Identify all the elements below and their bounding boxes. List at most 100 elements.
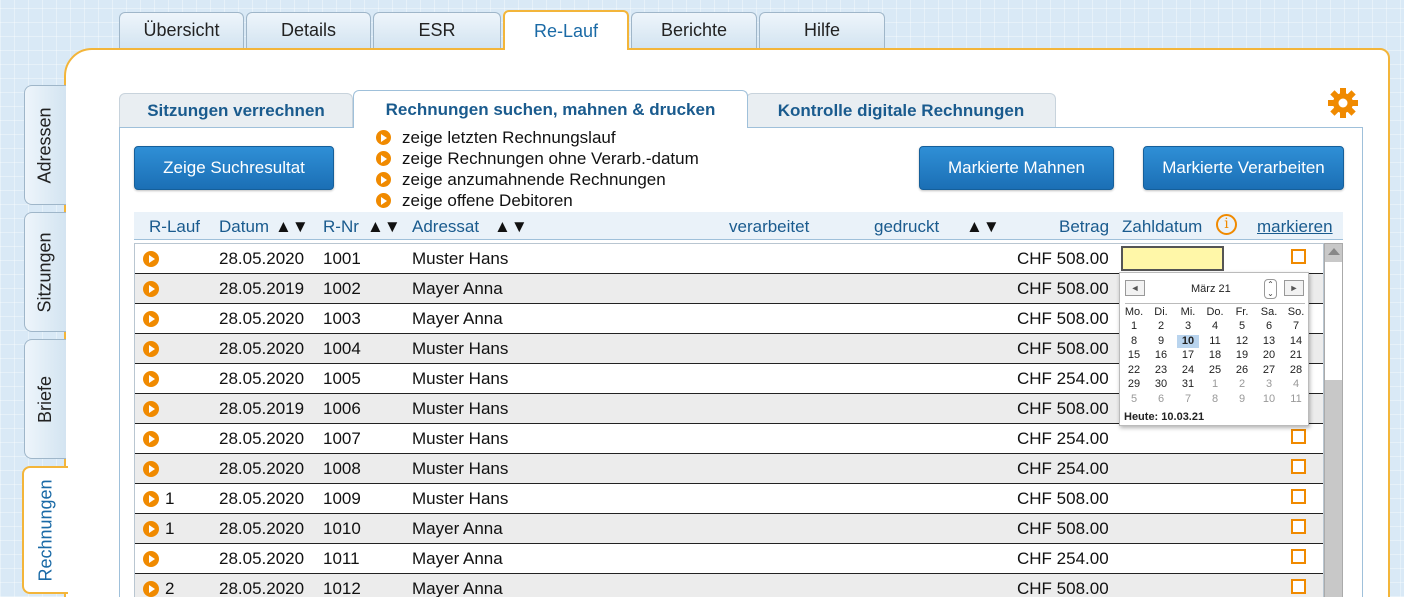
mark-checkbox[interactable] [1291,249,1306,264]
sort-gedruckt-icon[interactable]: ▲▼ [966,217,1000,237]
calendar-day[interactable]: 21 [1285,349,1307,362]
spin-down-icon[interactable]: ⌄ [1267,289,1274,298]
play-icon[interactable] [143,461,159,477]
mark-checkbox[interactable] [1291,549,1306,564]
option-no-processing-date[interactable]: zeige Rechnungen ohne Verarb.-datum [376,148,699,169]
tab-hilfe[interactable]: Hilfe [759,12,885,48]
tab-re-lauf[interactable]: Re-Lauf [503,10,629,50]
calendar-day[interactable]: 12 [1231,335,1253,348]
calendar-day[interactable]: 24 [1177,364,1199,377]
play-icon[interactable] [143,581,159,597]
calendar-day[interactable]: 28 [1285,364,1307,377]
calendar-day[interactable]: 8 [1204,393,1226,406]
side-tab-sitzungen[interactable]: Sitzungen [24,212,66,332]
mark-checkbox[interactable] [1291,579,1306,594]
calendar-day[interactable]: 19 [1231,349,1253,362]
calendar-day[interactable]: 7 [1285,320,1307,333]
calendar-day[interactable]: 11 [1204,335,1226,348]
calendar-day[interactable]: 2 [1150,320,1172,333]
play-icon[interactable] [143,551,159,567]
tab-esr[interactable]: ESR [373,12,501,48]
play-icon[interactable] [143,401,159,417]
scroll-up-icon[interactable] [1328,248,1340,255]
header-betrag[interactable]: Betrag [1059,217,1109,237]
side-tab-rechnungen[interactable]: Rechnungen [22,466,68,594]
calendar-day[interactable]: 15 [1123,349,1145,362]
calendar-day[interactable]: 13 [1258,335,1280,348]
play-icon[interactable] [143,311,159,327]
header-datum[interactable]: Datum [219,217,269,237]
calendar-day[interactable]: 5 [1231,320,1253,333]
subtab-rechnungen-suchen[interactable]: Rechnungen suchen, mahnen & drucken [353,90,748,128]
calendar-day[interactable]: 18 [1204,349,1226,362]
show-search-result-button[interactable]: Zeige Suchresultat [134,146,334,190]
calendar-day[interactable]: 16 [1150,349,1172,362]
calendar-day-today[interactable]: 10 [1177,334,1199,348]
calendar-day[interactable]: 4 [1204,320,1226,333]
process-marked-button[interactable]: Markierte Verarbeiten [1143,146,1344,190]
header-zahldatum[interactable]: Zahldatum [1122,217,1202,237]
calendar-day[interactable]: 6 [1150,393,1172,406]
calendar-day[interactable]: 1 [1204,378,1226,391]
scroll-thumb[interactable] [1325,262,1342,380]
calendar-day[interactable]: 6 [1258,320,1280,333]
calendar-day[interactable]: 30 [1150,378,1172,391]
info-icon[interactable]: i [1216,214,1237,235]
calendar-day[interactable]: 1 [1123,320,1145,333]
play-icon[interactable] [143,251,159,267]
play-icon[interactable] [143,431,159,447]
zahldatum-input[interactable] [1121,246,1224,271]
calendar-day[interactable]: 9 [1231,393,1253,406]
side-tab-briefe[interactable]: Briefe [24,339,66,459]
calendar-day[interactable]: 5 [1123,393,1145,406]
calendar-day[interactable]: 3 [1258,378,1280,391]
calendar-day[interactable]: 29 [1123,378,1145,391]
tab-uebersicht[interactable]: Übersicht [119,12,244,48]
sort-datum-icon[interactable]: ▲▼ [275,217,309,237]
header-gedruckt[interactable]: gedruckt [874,217,939,237]
next-month-button[interactable]: ► [1284,280,1304,296]
table-row[interactable]: 28.05.2020 1008 Muster Hans CHF 254.00 [135,454,1323,484]
dun-marked-button[interactable]: Markierte Mahnen [919,146,1114,190]
option-to-dun[interactable]: zeige anzumahnende Rechnungen [376,169,699,190]
table-row[interactable]: 2 28.05.2020 1012 Mayer Anna CHF 508.00 [135,574,1323,597]
calendar-day[interactable]: 3 [1177,320,1199,333]
calendar-day[interactable]: 14 [1285,335,1307,348]
prev-month-button[interactable]: ◄ [1125,280,1145,296]
calendar-day[interactable]: 4 [1285,378,1307,391]
sort-rnr-icon[interactable]: ▲▼ [367,217,401,237]
calendar-day[interactable]: 10 [1258,393,1280,406]
mark-checkbox[interactable] [1291,489,1306,504]
header-markieren[interactable]: markieren [1257,217,1333,237]
header-r-nr[interactable]: R-Nr [323,217,359,237]
calendar-day[interactable]: 11 [1285,393,1307,406]
subtab-sitzungen-verrechnen[interactable]: Sitzungen verrechnen [119,93,353,127]
option-open-debtors[interactable]: zeige offene Debitoren [376,190,699,211]
play-icon[interactable] [143,341,159,357]
calendar-day[interactable]: 27 [1258,364,1280,377]
month-spinner[interactable]: ⌃ ⌄ [1264,279,1277,299]
mark-checkbox[interactable] [1291,459,1306,474]
mark-checkbox[interactable] [1291,519,1306,534]
mark-checkbox[interactable] [1291,429,1306,444]
scrollbar[interactable] [1324,243,1343,597]
header-adressat[interactable]: Adressat [412,217,479,237]
calendar-day[interactable]: 23 [1150,364,1172,377]
spin-up-icon[interactable]: ⌃ [1267,280,1274,289]
header-r-lauf[interactable]: R-Lauf [149,217,200,237]
calendar-day[interactable]: 26 [1231,364,1253,377]
tab-berichte[interactable]: Berichte [631,12,757,48]
table-row[interactable]: 28.05.2020 1007 Muster Hans CHF 254.00 [135,424,1323,454]
calendar-day[interactable]: 7 [1177,393,1199,406]
play-icon[interactable] [143,371,159,387]
calendar-day[interactable]: 8 [1123,335,1145,348]
subtab-kontrolle-digitale-rechnungen[interactable]: Kontrolle digitale Rechnungen [746,93,1056,127]
calendar-day[interactable]: 20 [1258,349,1280,362]
tab-details[interactable]: Details [246,12,371,48]
sort-adressat-icon[interactable]: ▲▼ [494,217,528,237]
calendar-day[interactable]: 17 [1177,349,1199,362]
gear-icon[interactable] [1328,88,1358,118]
calendar-day[interactable]: 25 [1204,364,1226,377]
table-row[interactable]: 1 28.05.2020 1010 Mayer Anna CHF 508.00 [135,514,1323,544]
calendar-day[interactable]: 2 [1231,378,1253,391]
